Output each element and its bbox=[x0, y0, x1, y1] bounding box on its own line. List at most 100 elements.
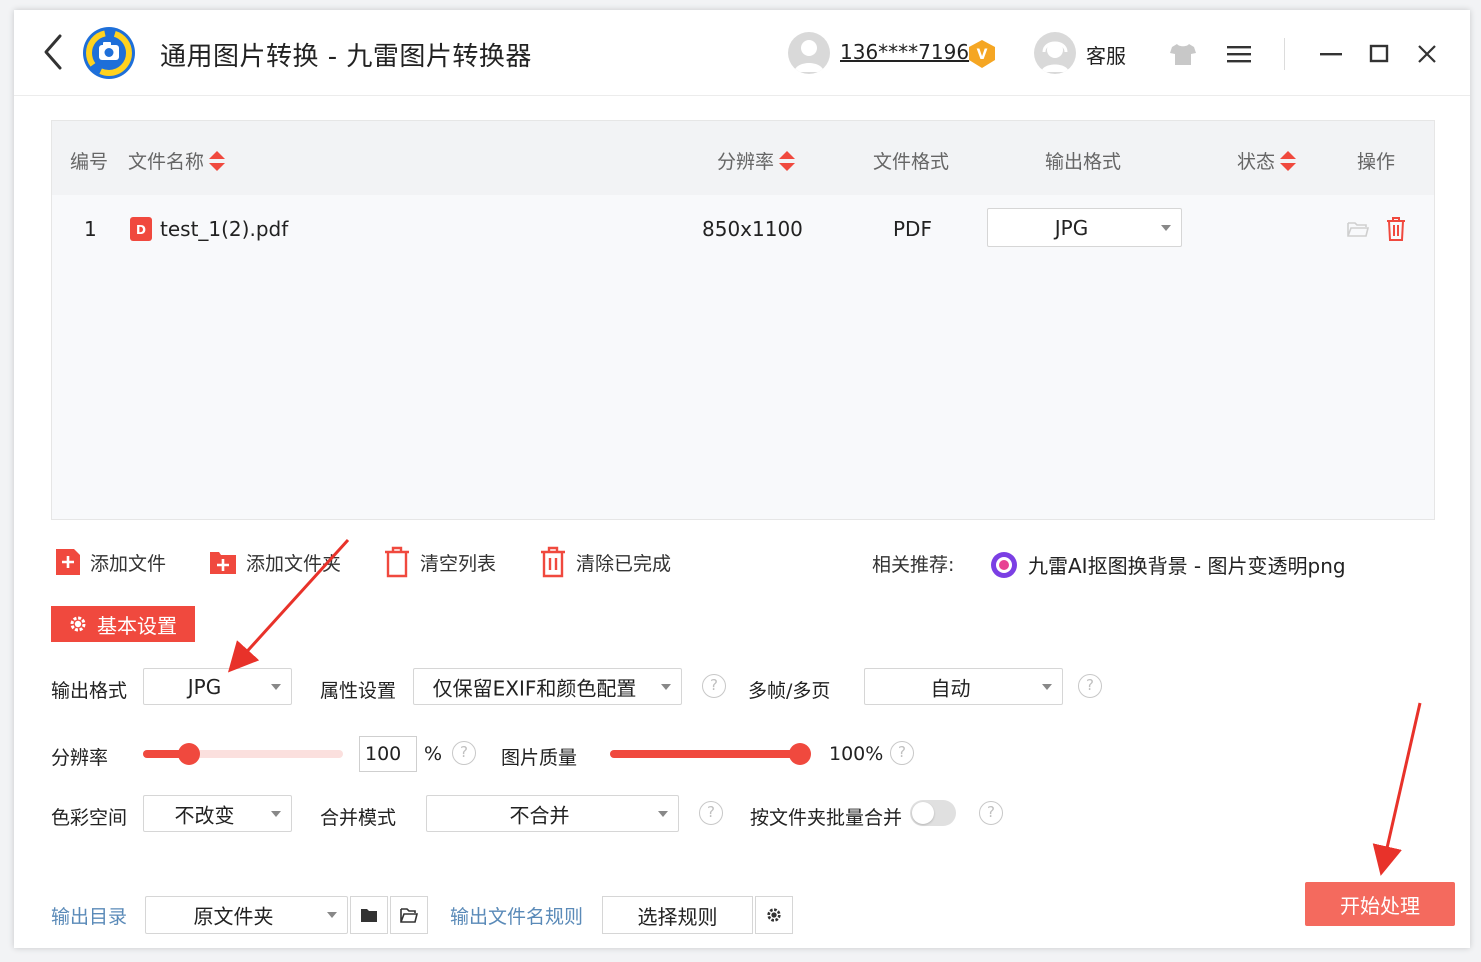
tshirt-icon bbox=[1170, 44, 1196, 65]
folder-merge-help-icon[interactable]: ? bbox=[979, 801, 1003, 825]
column-filename[interactable]: 文件名称 bbox=[128, 147, 226, 174]
column-index: 编号 bbox=[70, 151, 109, 173]
output-dir-value: 原文件夹 bbox=[193, 904, 274, 929]
folder-icon bbox=[361, 909, 377, 922]
folder-merge-label: 按文件夹批量合并 bbox=[750, 807, 903, 829]
caret-down-icon bbox=[271, 810, 281, 817]
open-output-folder-button[interactable] bbox=[390, 896, 428, 934]
arrow-to-start-button bbox=[1372, 702, 1422, 876]
add-folder-label: 添加文件夹 bbox=[246, 552, 342, 575]
table-header: 编号 文件名称 分辨率 文件格式 输出格式 状态 操作 bbox=[52, 121, 1434, 195]
start-processing-button[interactable]: 开始处理 bbox=[1305, 882, 1455, 926]
caret-down-icon bbox=[661, 683, 671, 690]
multiframe-help-icon[interactable]: ? bbox=[1078, 674, 1102, 698]
support-label[interactable]: 客服 bbox=[1086, 40, 1126, 69]
user-phone-link[interactable]: 136****7196 bbox=[840, 40, 969, 64]
maximize-button[interactable] bbox=[1362, 37, 1396, 71]
column-resolution-label: 分辨率 bbox=[717, 151, 775, 173]
chevron-left-icon bbox=[44, 34, 62, 70]
merge-mode-select[interactable]: 不合并 bbox=[426, 795, 679, 832]
file-table: 编号 文件名称 分辨率 文件格式 输出格式 状态 操作 1 D test_1(2… bbox=[51, 120, 1435, 520]
title-bar: 通用图片转换 - 九雷图片转换器 136****7196 V 客服 bbox=[14, 10, 1470, 96]
vip-badge-icon[interactable]: V bbox=[966, 38, 998, 70]
menu-button[interactable] bbox=[1222, 37, 1256, 71]
merge-help-icon[interactable]: ? bbox=[699, 801, 723, 825]
pdf-file-icon-letter: D bbox=[136, 223, 146, 237]
gear-icon bbox=[767, 908, 781, 922]
merge-mode-label: 合并模式 bbox=[320, 807, 397, 829]
table-row[interactable]: 1 D test_1(2).pdf 850x1100 PDF JPG bbox=[52, 195, 1434, 261]
trash-icon bbox=[1387, 217, 1405, 241]
caret-down-icon bbox=[327, 912, 337, 918]
select-rule-button[interactable]: 选择规则 bbox=[602, 896, 753, 934]
column-status-label: 状态 bbox=[1237, 151, 1276, 173]
colorspace-select[interactable]: 不改变 bbox=[143, 795, 292, 832]
trash-check-icon bbox=[541, 546, 565, 578]
add-file-button[interactable]: 添加文件 bbox=[54, 546, 166, 578]
column-filename-label: 文件名称 bbox=[128, 151, 205, 173]
row-resolution: 850x1100 bbox=[702, 217, 803, 241]
user-icon bbox=[794, 40, 824, 72]
open-folder-button[interactable] bbox=[1346, 217, 1370, 241]
merge-mode-value: 不合并 bbox=[509, 803, 570, 827]
recommend-label: 相关推荐: bbox=[872, 554, 955, 576]
minimize-button[interactable] bbox=[1314, 37, 1348, 71]
clear-list-button[interactable]: 清空列表 bbox=[382, 546, 496, 578]
multiframe-value: 自动 bbox=[930, 676, 971, 700]
output-format-select[interactable]: JPG bbox=[143, 668, 292, 705]
filename-rule-label[interactable]: 输出文件名规则 bbox=[450, 902, 583, 929]
resolution-label: 分辨率 bbox=[51, 747, 109, 769]
clear-done-button[interactable]: 清除已完成 bbox=[538, 546, 671, 578]
caret-down-icon bbox=[658, 810, 668, 817]
add-folder-button[interactable]: 添加文件夹 bbox=[208, 546, 341, 578]
support-avatar[interactable] bbox=[1034, 32, 1076, 74]
app-window: 通用图片转换 - 九雷图片转换器 136****7196 V 客服 编号 文件名… bbox=[14, 10, 1470, 948]
recommend-link-label: 九雷AI抠图换背景 - 图片变透明png bbox=[1028, 554, 1346, 578]
output-dir-label[interactable]: 输出目录 bbox=[51, 902, 127, 929]
vip-badge-text: V bbox=[977, 47, 988, 63]
quality-help-icon[interactable]: ? bbox=[890, 741, 914, 765]
minimize-icon bbox=[1320, 53, 1342, 56]
app-logo-icon bbox=[82, 26, 136, 80]
ai-cutout-app-icon bbox=[991, 551, 1017, 578]
caret-down-icon bbox=[271, 683, 281, 690]
column-status[interactable]: 状态 bbox=[1237, 147, 1297, 174]
folder-merge-toggle[interactable] bbox=[910, 800, 956, 826]
recommend-link[interactable]: 九雷AI抠图换背景 - 图片变透明png bbox=[990, 550, 1346, 579]
back-button[interactable] bbox=[38, 32, 68, 72]
output-format-label: 输出格式 bbox=[51, 680, 128, 702]
attr-settings-select[interactable]: 仅保留EXIF和颜色配置 bbox=[413, 668, 682, 705]
quality-slider-fill bbox=[610, 750, 800, 758]
colorspace-value: 不改变 bbox=[174, 803, 235, 827]
resolution-help-icon[interactable]: ? bbox=[452, 741, 476, 765]
skin-button[interactable] bbox=[1166, 37, 1200, 71]
rule-settings-button[interactable] bbox=[755, 896, 793, 934]
basic-settings-tab[interactable]: 基本设置 bbox=[51, 606, 195, 642]
clear-done-label: 清除已完成 bbox=[576, 552, 672, 575]
close-icon bbox=[1418, 45, 1436, 63]
basic-settings-label: 基本设置 bbox=[97, 613, 177, 638]
attr-settings-label: 属性设置 bbox=[320, 680, 397, 702]
clear-list-label: 清空列表 bbox=[420, 552, 497, 575]
percent-sign: % bbox=[424, 743, 443, 765]
delete-row-button[interactable] bbox=[1384, 216, 1408, 242]
row-file-format: PDF bbox=[893, 217, 932, 241]
close-button[interactable] bbox=[1410, 37, 1444, 71]
quality-slider-thumb[interactable] bbox=[789, 743, 811, 765]
gear-icon bbox=[70, 616, 86, 632]
row-output-format-select[interactable]: JPG bbox=[987, 208, 1182, 247]
attr-help-icon[interactable]: ? bbox=[702, 674, 726, 698]
row-output-format-value: JPG bbox=[1054, 215, 1089, 240]
output-dir-select[interactable]: 原文件夹 bbox=[145, 896, 348, 934]
sort-icon bbox=[779, 151, 796, 171]
headset-icon bbox=[1041, 41, 1069, 72]
sort-icon bbox=[1280, 151, 1297, 171]
resolution-input[interactable] bbox=[359, 736, 417, 772]
browse-folder-button[interactable] bbox=[350, 896, 388, 934]
row-filename: test_1(2).pdf bbox=[160, 217, 289, 241]
resolution-slider-thumb[interactable] bbox=[178, 743, 200, 765]
column-resolution[interactable]: 分辨率 bbox=[717, 147, 796, 174]
attr-settings-value: 仅保留EXIF和颜色配置 bbox=[432, 676, 637, 700]
user-avatar[interactable] bbox=[788, 32, 830, 74]
multiframe-select[interactable]: 自动 bbox=[864, 668, 1063, 705]
